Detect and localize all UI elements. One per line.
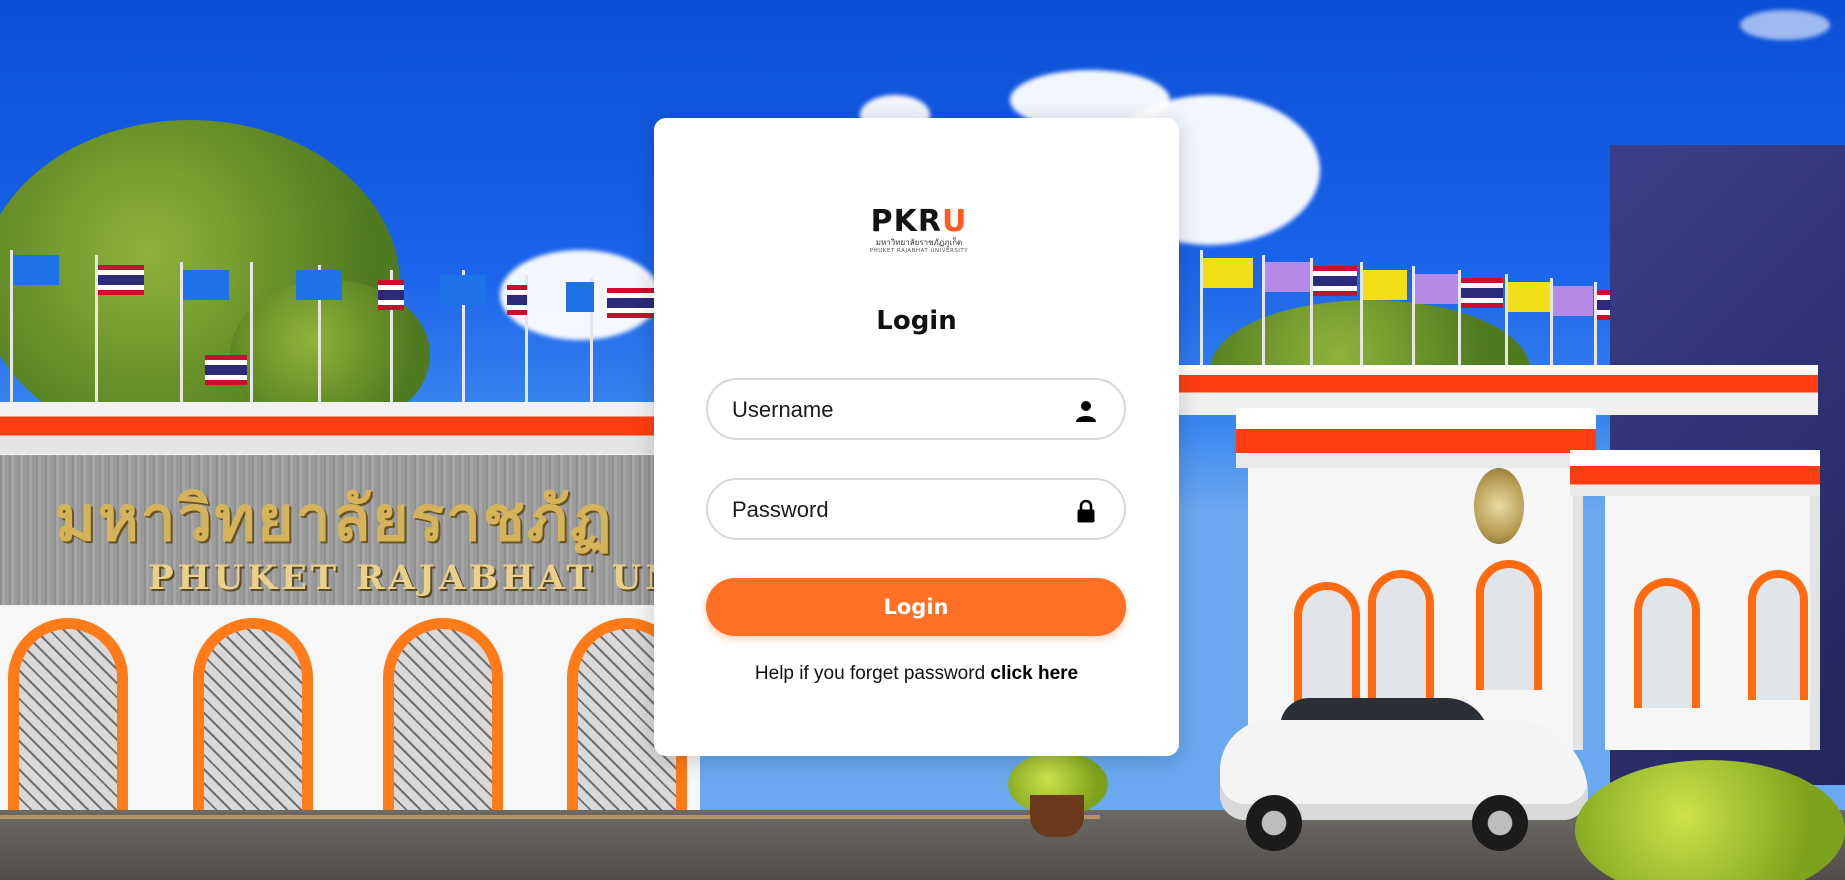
logo-english-name: PHUKET RAJABHAT UNIVERSITY	[869, 248, 969, 254]
arch-window	[193, 618, 313, 813]
car-wheel	[1472, 795, 1528, 851]
logo-mark: PKRU	[869, 206, 969, 238]
wall-top-band	[0, 402, 700, 454]
logo-mark-main: PKR	[870, 204, 942, 239]
flag	[1265, 262, 1313, 292]
flagpole	[250, 262, 253, 407]
forgot-password-link[interactable]: click here	[990, 663, 1078, 684]
flag	[183, 270, 229, 300]
university-seal	[1474, 468, 1524, 544]
flag	[440, 275, 486, 305]
login-card: PKRU มหาวิทยาลัยราชภัฏภูเก็ต PHUKET RAJA…	[654, 118, 1179, 756]
flag	[205, 355, 247, 385]
flag	[13, 255, 59, 285]
plant-pot	[1030, 795, 1084, 837]
flag	[1363, 270, 1407, 300]
login-button[interactable]: Login	[706, 578, 1126, 636]
password-field	[706, 478, 1126, 540]
help-text: Help if you forget password	[754, 663, 991, 684]
arch-window	[383, 618, 503, 813]
sign-thai-text: มหาวิทยาลัยราชภัฏ	[55, 482, 614, 555]
flag	[1415, 274, 1459, 304]
arch-window	[8, 618, 128, 813]
username-input[interactable]	[730, 380, 1064, 440]
flag	[98, 265, 144, 295]
arch-window	[1748, 570, 1808, 700]
logo-thai-name: มหาวิทยาลัยราชภัฏภูเก็ต	[875, 238, 963, 247]
car-wheel	[1246, 795, 1302, 851]
password-input[interactable]	[730, 480, 1064, 540]
cloud	[1740, 10, 1830, 40]
flag	[566, 282, 594, 312]
ground-stripe	[0, 815, 1100, 819]
gate-pillar-cap	[1236, 408, 1596, 468]
white-car	[1220, 690, 1588, 851]
arch-window	[1476, 560, 1542, 690]
forgot-password-help: Help if you forget password click here	[654, 663, 1179, 685]
flag	[1461, 278, 1503, 308]
username-field	[706, 378, 1126, 440]
flag	[1313, 266, 1357, 296]
gate-pillar-cap	[1570, 450, 1820, 496]
flag	[507, 285, 527, 315]
logo-mark-accent: U	[941, 204, 968, 239]
pkru-logo: PKRU มหาวิทยาลัยราชภัฏภูเก็ต PHUKET RAJA…	[869, 206, 969, 258]
flag	[1203, 258, 1253, 288]
login-title: Login	[876, 306, 957, 336]
user-icon	[1076, 401, 1096, 422]
flag	[1508, 282, 1550, 312]
flag	[607, 288, 655, 318]
flag	[378, 280, 404, 310]
arch-window	[1368, 570, 1434, 700]
arch-window	[1634, 578, 1700, 708]
flag	[1553, 286, 1593, 316]
flag	[296, 270, 342, 300]
lock-icon	[1077, 499, 1095, 523]
